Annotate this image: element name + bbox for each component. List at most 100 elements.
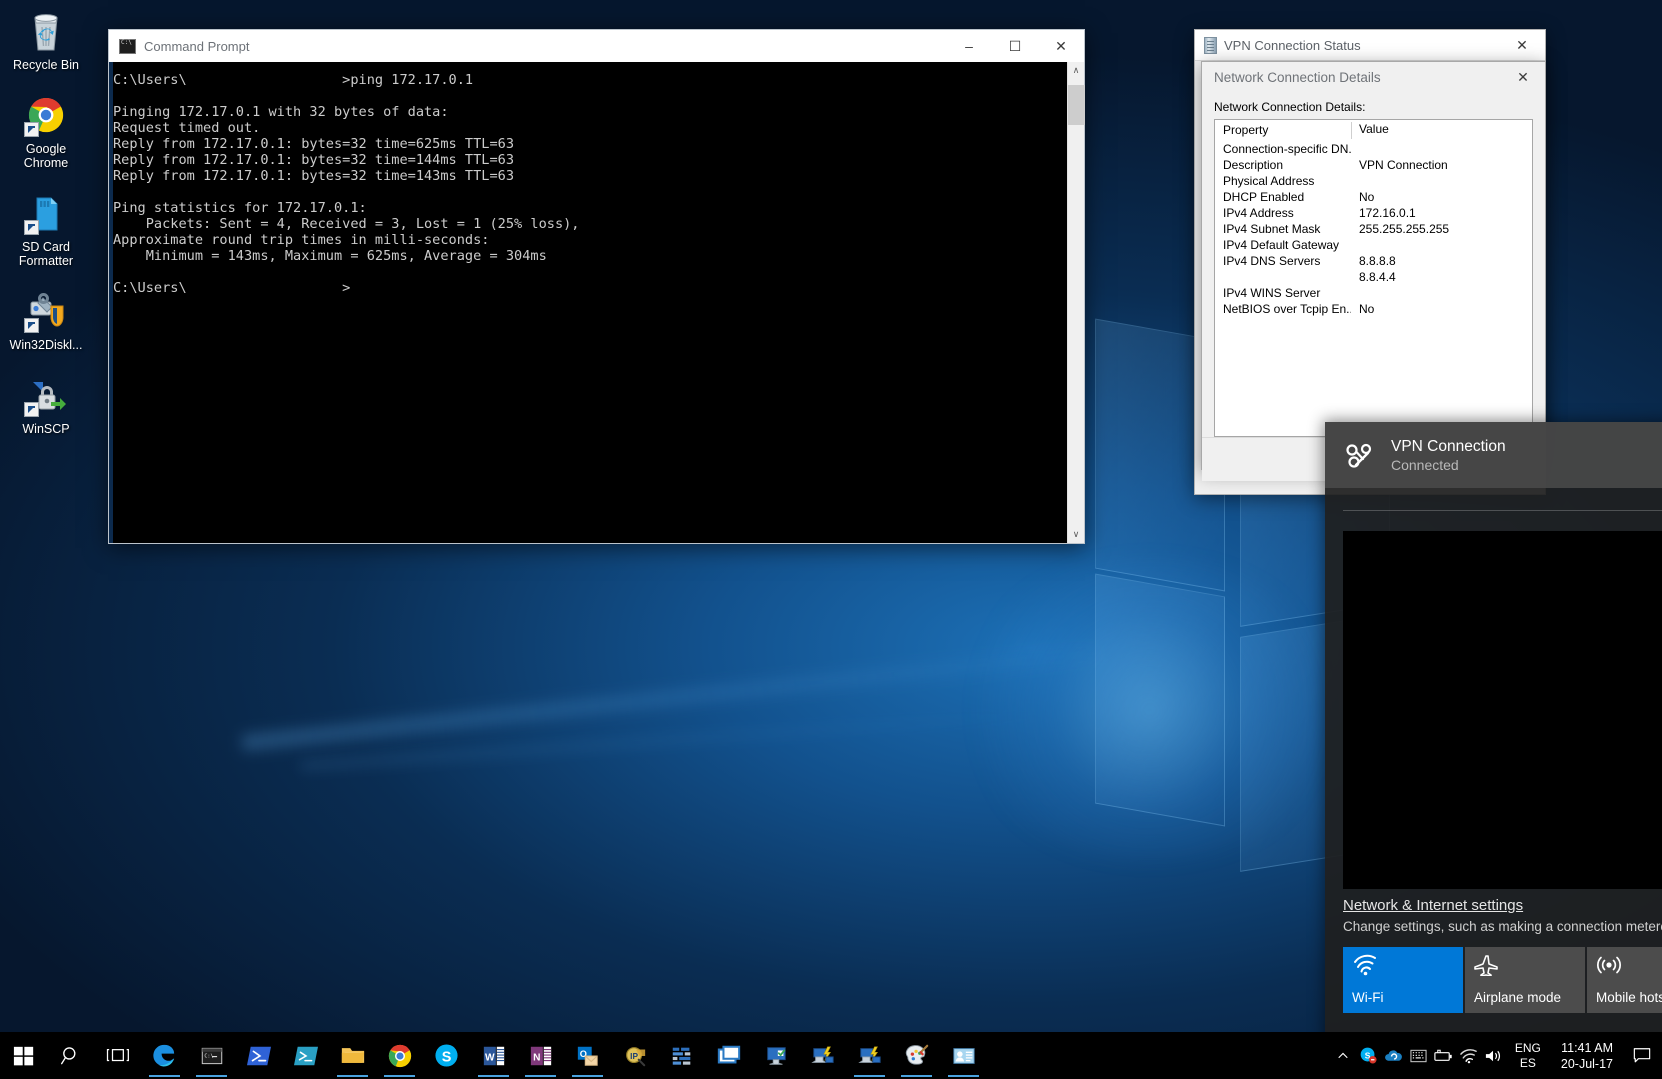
taskbar-google-chrome[interactable]: [376, 1032, 423, 1079]
taskbar-network-connection-1[interactable]: [799, 1032, 846, 1079]
taskbar-contacts[interactable]: [940, 1032, 987, 1079]
recycle-bin-icon: [23, 8, 69, 54]
taskbar-powershell[interactable]: [235, 1032, 282, 1079]
taskbar-network-monitor[interactable]: [658, 1032, 705, 1079]
vpn-status-titlebar[interactable]: VPN Connection Status ✕: [1195, 30, 1545, 61]
taskbar-network-connection-2[interactable]: [846, 1032, 893, 1079]
svg-text:S: S: [442, 1049, 452, 1065]
column-header-value: Value: [1351, 122, 1532, 139]
dialog-titlebar[interactable]: Network Connection Details ✕: [1202, 62, 1545, 92]
row-value: No: [1351, 190, 1532, 204]
table-row[interactable]: 8.8.4.4: [1215, 269, 1532, 285]
table-row[interactable]: IPv4 Default Gateway: [1215, 237, 1532, 253]
console-output[interactable]: C:\Users\ >ping 172.17.0.1 Pinging 172.1…: [113, 62, 1067, 543]
taskbar[interactable]: C:\: [0, 1032, 1662, 1079]
quick-action-label: Wi-Fi: [1352, 990, 1454, 1006]
table-row[interactable]: DHCP EnabledNo: [1215, 189, 1532, 205]
quick-action-mobile-hotspot[interactable]: Mobile hotspot: [1587, 947, 1662, 1013]
scrollbar-thumb[interactable]: [1068, 85, 1085, 125]
svg-text:N: N: [533, 1052, 540, 1063]
volume-tray-icon[interactable]: [1481, 1032, 1506, 1079]
desktop-icon-recycle-bin[interactable]: Recycle Bin: [4, 8, 88, 72]
network-name: VPN Connection: [1391, 437, 1506, 456]
desktop[interactable]: Recycle Bin Google Chrome: [0, 0, 1662, 1079]
close-button[interactable]: ✕: [1499, 30, 1545, 61]
taskbar-remote-desktop[interactable]: [752, 1032, 799, 1079]
scroll-up-button[interactable]: ∧: [1068, 62, 1084, 79]
clock[interactable]: 11:41 AM 20-Jul-17: [1550, 1032, 1624, 1079]
wifi-tray-icon[interactable]: [1456, 1032, 1481, 1079]
command-prompt-icon: C:\: [200, 1045, 224, 1067]
network-list-item-vpn[interactable]: VPN Connection Connected: [1325, 422, 1662, 488]
shortcut-overlay-icon: [24, 122, 39, 137]
window-title: VPN Connection Status: [1224, 38, 1361, 53]
minimize-button[interactable]: –: [946, 30, 992, 62]
language-indicator[interactable]: ENG ES: [1506, 1032, 1550, 1079]
console-scrollbar[interactable]: ∧ ∨: [1067, 62, 1084, 543]
desktop-icon-sd-card-formatter[interactable]: SD Card Formatter: [4, 190, 88, 268]
table-row[interactable]: DescriptionVPN Connection: [1215, 157, 1532, 173]
search-icon: [60, 1045, 82, 1067]
table-row[interactable]: IPv4 WINS Server: [1215, 285, 1532, 301]
desktop-icon-google-chrome[interactable]: Google Chrome: [4, 92, 88, 170]
hotspot-icon: [1596, 954, 1662, 978]
network-item-text: VPN Connection Connected: [1391, 437, 1506, 474]
row-value: 172.16.0.1: [1351, 206, 1532, 220]
scrollbar-track[interactable]: [1068, 79, 1084, 526]
action-center-icon: [1633, 1047, 1651, 1064]
taskbar-onenote[interactable]: N: [517, 1032, 564, 1079]
action-center-button[interactable]: [1624, 1032, 1660, 1079]
quick-action-airplane-mode[interactable]: Airplane mode: [1465, 947, 1585, 1013]
taskbar-file-explorer[interactable]: [329, 1032, 376, 1079]
taskbar-command-prompt[interactable]: C:\: [188, 1032, 235, 1079]
taskbar-virtual-machine[interactable]: [705, 1032, 752, 1079]
close-button[interactable]: ✕: [1038, 30, 1084, 62]
shortcut-overlay-icon: [24, 220, 39, 235]
row-property: Physical Address: [1215, 174, 1351, 188]
quick-action-wifi[interactable]: Wi-Fi: [1343, 947, 1463, 1013]
taskbar-paint[interactable]: [893, 1032, 940, 1079]
command-prompt-body[interactable]: C:\Users\ >ping 172.17.0.1 Pinging 172.1…: [109, 62, 1084, 543]
desktop-icon-win32diskimager[interactable]: Win32Diskl...: [4, 288, 88, 352]
tray-chevron-up-icon[interactable]: [1331, 1032, 1356, 1079]
taskbar-microsoft-edge[interactable]: [141, 1032, 188, 1079]
taskbar-outlook[interactable]: O: [564, 1032, 611, 1079]
table-row[interactable]: IPv4 DNS Servers8.8.8.8: [1215, 253, 1532, 269]
taskbar-powershell-ise[interactable]: [282, 1032, 329, 1079]
taskbar-ip-tool[interactable]: IP: [611, 1032, 658, 1079]
close-button[interactable]: ✕: [1501, 62, 1545, 92]
maximize-button[interactable]: ☐: [992, 30, 1038, 62]
network-connection-details-dialog[interactable]: Network Connection Details ✕ Network Con…: [1201, 61, 1546, 470]
vpn-icon: [1343, 439, 1375, 471]
desktop-icon-label: Recycle Bin: [13, 58, 79, 72]
taskbar-search-button[interactable]: [47, 1032, 94, 1079]
desktop-icon-label: WinSCP: [22, 422, 69, 436]
command-prompt-titlebar[interactable]: Command Prompt – ☐ ✕: [109, 30, 1084, 62]
table-row[interactable]: IPv4 Subnet Mask255.255.255.255: [1215, 221, 1532, 237]
onedrive-tray-icon[interactable]: [1381, 1032, 1406, 1079]
keyboard-tray-icon[interactable]: [1406, 1032, 1431, 1079]
network-flyout-panel[interactable]: VPN Connection Connected Network & Inter…: [1325, 422, 1662, 1079]
row-property: IPv4 Subnet Mask: [1215, 222, 1351, 236]
skype-tray-icon[interactable]: S: [1356, 1032, 1381, 1079]
flyout-settings-section: Network & Internet settings Change setti…: [1325, 889, 1662, 935]
battery-tray-icon[interactable]: [1431, 1032, 1456, 1079]
taskbar-skype[interactable]: S: [423, 1032, 470, 1079]
taskbar-task-view-button[interactable]: [94, 1032, 141, 1079]
network-monitor-icon: [670, 1044, 694, 1068]
scroll-down-button[interactable]: ∨: [1068, 526, 1084, 543]
wifi-icon: [1352, 954, 1454, 978]
table-row[interactable]: NetBIOS over Tcpip En...No: [1215, 301, 1532, 317]
table-row[interactable]: Physical Address: [1215, 173, 1532, 189]
desktop-icon-winscp[interactable]: WinSCP: [4, 372, 88, 436]
taskbar-word[interactable]: W: [470, 1032, 517, 1079]
table-row[interactable]: Connection-specific DN...: [1215, 141, 1532, 157]
network-status-icon: [1204, 37, 1217, 54]
row-property: IPv4 Address: [1215, 206, 1351, 220]
network-internet-settings-link[interactable]: Network & Internet settings: [1343, 897, 1523, 914]
table-row[interactable]: IPv4 Address172.16.0.1: [1215, 205, 1532, 221]
command-prompt-window[interactable]: Command Prompt – ☐ ✕ C:\Users\ >ping 172…: [108, 29, 1085, 544]
details-listbox[interactable]: Property Value Connection-specific DN...…: [1214, 119, 1533, 437]
start-button[interactable]: [0, 1032, 47, 1079]
svg-text:W: W: [485, 1052, 495, 1063]
